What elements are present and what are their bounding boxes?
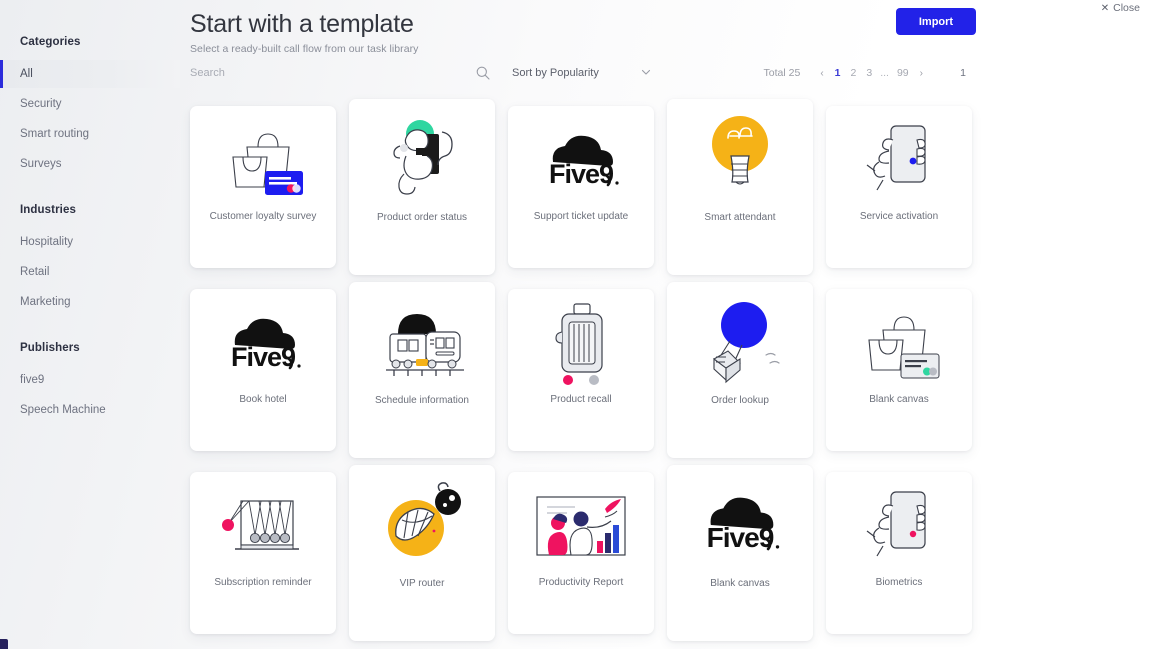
sidebar-group-title-industries: Industries bbox=[20, 204, 76, 216]
sidebar-item-smart-routing[interactable]: Smart routing bbox=[0, 120, 180, 148]
template-card-product-order-status[interactable]: Product order status bbox=[349, 99, 495, 275]
template-card-service-activation[interactable]: Service activation bbox=[826, 106, 972, 268]
search-field-wrapper bbox=[190, 62, 480, 84]
template-card-biometrics[interactable]: Biometrics bbox=[826, 472, 972, 634]
template-card-vip-router[interactable]: VIP router bbox=[349, 465, 495, 641]
shopping-bag-card-illustration bbox=[826, 289, 972, 393]
sidebar-item-speech-machine[interactable]: Speech Machine bbox=[0, 396, 180, 424]
sidebar-item-all[interactable]: All bbox=[0, 60, 180, 88]
template-card-label: Product recall bbox=[550, 394, 612, 405]
sidebar-item-label: Retail bbox=[20, 266, 50, 278]
svg-text:Five9: Five9 bbox=[707, 522, 774, 553]
sidebar-item-retail[interactable]: Retail bbox=[0, 258, 180, 286]
sidebar-group-publishers: Publishers five9 Speech Machine bbox=[0, 342, 180, 424]
template-card-smart-attendant[interactable]: Smart attendant bbox=[667, 99, 813, 275]
hand-phone-illustration bbox=[826, 106, 972, 210]
toolbar: Sort by Popularity Total 25 ‹ 1 2 3 ... … bbox=[190, 62, 975, 86]
sidebar-item-label: five9 bbox=[20, 374, 45, 386]
sidebar-item-label: All bbox=[20, 68, 33, 80]
page-ellipsis: ... bbox=[880, 67, 889, 79]
template-card-subscription-reminder[interactable]: Subscription reminder bbox=[190, 472, 336, 634]
template-card-label: Productivity Report bbox=[538, 577, 624, 588]
page-subtitle: Select a ready-built call flow from our … bbox=[190, 43, 419, 55]
template-card-label: Blank canvas bbox=[710, 578, 770, 589]
page-header: Start with a template Select a ready-bui… bbox=[190, 8, 418, 55]
sidebar-group-industries: Industries Hospitality Retail Marketing bbox=[0, 204, 180, 316]
template-card-book-hotel[interactable]: Five9 Book hotel bbox=[190, 289, 336, 451]
sidebar-item-surveys[interactable]: Surveys bbox=[0, 150, 180, 178]
template-card-order-lookup[interactable]: Order lookup bbox=[667, 282, 813, 458]
template-card-label: Schedule information bbox=[375, 395, 469, 406]
chevron-left-icon[interactable]: ‹ bbox=[814, 68, 829, 79]
sidebar-item-label: Security bbox=[20, 98, 62, 110]
template-card-label: Subscription reminder bbox=[214, 577, 312, 588]
page-number-last[interactable]: 99 bbox=[892, 67, 914, 79]
pagination: Total 25 ‹ 1 2 3 ... 99 › bbox=[764, 62, 975, 84]
train-illustration bbox=[349, 282, 495, 394]
template-card-productivity-report[interactable]: Productivity Report bbox=[508, 472, 654, 634]
sidebar-group-categories: Categories All Security Smart routing Su… bbox=[0, 36, 180, 178]
five9-logo: Five9 bbox=[508, 106, 654, 210]
template-card-blank-canvas-2[interactable]: Five9 Blank canvas bbox=[667, 465, 813, 641]
corner-nub bbox=[0, 639, 8, 649]
page-number-3[interactable]: 3 bbox=[861, 67, 877, 79]
import-button[interactable]: Import bbox=[896, 8, 976, 35]
template-grid: Customer loyalty survey Product order st… bbox=[190, 99, 980, 641]
hand-phone-illustration bbox=[826, 472, 972, 576]
template-card-blank-canvas-1[interactable]: Blank canvas bbox=[826, 289, 972, 451]
suitcase-illustration bbox=[508, 289, 654, 393]
template-card-label: Service activation bbox=[859, 211, 939, 222]
chevron-down-icon[interactable] bbox=[640, 66, 652, 78]
svg-text:Five9: Five9 bbox=[231, 342, 296, 372]
sidebar-item-security[interactable]: Security bbox=[0, 90, 180, 118]
close-button[interactable]: ✕ Close bbox=[1101, 2, 1140, 14]
sidebar-item-label: Hospitality bbox=[20, 236, 74, 248]
croissant-coffee-illustration bbox=[349, 465, 495, 577]
five9-logo: Five9 bbox=[667, 465, 813, 577]
template-card-label: VIP router bbox=[399, 578, 445, 589]
page-jump-input[interactable] bbox=[951, 67, 975, 79]
template-card-label: Product order status bbox=[376, 212, 468, 223]
sidebar-item-label: Surveys bbox=[20, 158, 62, 170]
sort-dropdown-label: Sort by Popularity bbox=[512, 67, 599, 79]
chevron-right-icon[interactable]: › bbox=[914, 68, 929, 79]
page-number-2[interactable]: 2 bbox=[846, 67, 862, 79]
total-count-label: Total 25 bbox=[763, 67, 801, 79]
sidebar-group-title-categories: Categories bbox=[20, 36, 81, 48]
close-x-icon: ✕ bbox=[1100, 2, 1110, 14]
newtons-cradle-illustration bbox=[190, 472, 336, 576]
search-icon[interactable] bbox=[475, 65, 491, 81]
template-card-product-recall[interactable]: Product recall bbox=[508, 289, 654, 451]
lightbulb-illustration bbox=[667, 99, 813, 211]
template-picker-screen: Categories All Security Smart routing Su… bbox=[0, 0, 1152, 649]
sidebar-item-hospitality[interactable]: Hospitality bbox=[0, 228, 180, 256]
svg-text:Five9: Five9 bbox=[549, 159, 614, 189]
template-card-customer-loyalty-survey[interactable]: Customer loyalty survey bbox=[190, 106, 336, 268]
five9-logo: Five9 bbox=[190, 289, 336, 393]
shopping-bag-card-illustration bbox=[190, 106, 336, 210]
template-card-schedule-information[interactable]: Schedule information bbox=[349, 282, 495, 458]
template-card-label: Biometrics bbox=[875, 577, 923, 588]
page-number-1[interactable]: 1 bbox=[830, 67, 846, 79]
search-input[interactable] bbox=[190, 62, 480, 84]
template-card-label: Book hotel bbox=[239, 394, 287, 405]
sidebar: Categories All Security Smart routing Su… bbox=[0, 0, 180, 649]
template-card-label: Support ticket update bbox=[533, 211, 629, 222]
hot-air-balloon-illustration bbox=[667, 282, 813, 394]
sidebar-item-label: Speech Machine bbox=[20, 404, 106, 416]
close-button-label: Close bbox=[1113, 2, 1140, 14]
sidebar-item-label: Marketing bbox=[20, 296, 71, 308]
template-card-support-ticket-update[interactable]: Five9 Support ticket update bbox=[508, 106, 654, 268]
sidebar-group-title-publishers: Publishers bbox=[20, 342, 80, 354]
page-title: Start with a template bbox=[190, 10, 414, 38]
template-card-label: Order lookup bbox=[711, 395, 769, 406]
template-card-label: Customer loyalty survey bbox=[209, 211, 317, 222]
sidebar-item-five9[interactable]: five9 bbox=[0, 366, 180, 394]
presentation-chart-illustration bbox=[508, 472, 654, 576]
sidebar-item-marketing[interactable]: Marketing bbox=[0, 288, 180, 316]
astronaut-illustration bbox=[349, 99, 495, 211]
template-card-label: Smart attendant bbox=[704, 212, 776, 223]
sidebar-item-label: Smart routing bbox=[20, 128, 90, 140]
template-card-label: Blank canvas bbox=[869, 394, 929, 405]
